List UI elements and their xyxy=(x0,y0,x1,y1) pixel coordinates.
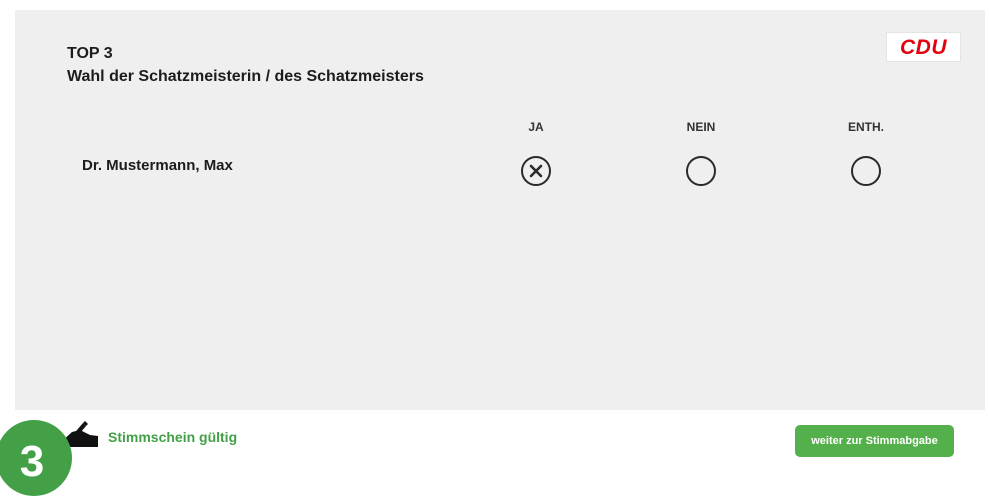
column-header-ja: JA xyxy=(528,120,544,134)
column-header-nein: NEIN xyxy=(686,120,716,134)
candidate-name: Dr. Mustermann, Max xyxy=(82,157,233,174)
x-mark-icon xyxy=(529,164,543,178)
step-number-badge: 3 xyxy=(0,420,72,496)
continue-to-voting-button[interactable]: weiter zur Stimmabgabe xyxy=(795,425,954,457)
agenda-item-title: Wahl der Schatzmeisterin / des Schatzmei… xyxy=(67,68,424,85)
step-number: 3 xyxy=(19,437,45,486)
logo-text: CDU xyxy=(900,35,947,59)
vote-enth-radio[interactable] xyxy=(851,156,881,186)
column-header-enth: ENTH. xyxy=(848,120,884,134)
ballot-valid-status: Stimmschein gültig xyxy=(108,429,238,445)
agenda-item-number: TOP 3 xyxy=(67,45,113,62)
cdu-logo: CDU xyxy=(886,32,961,62)
vote-nein-radio[interactable] xyxy=(686,156,716,186)
vote-ja-radio[interactable] xyxy=(521,156,551,186)
